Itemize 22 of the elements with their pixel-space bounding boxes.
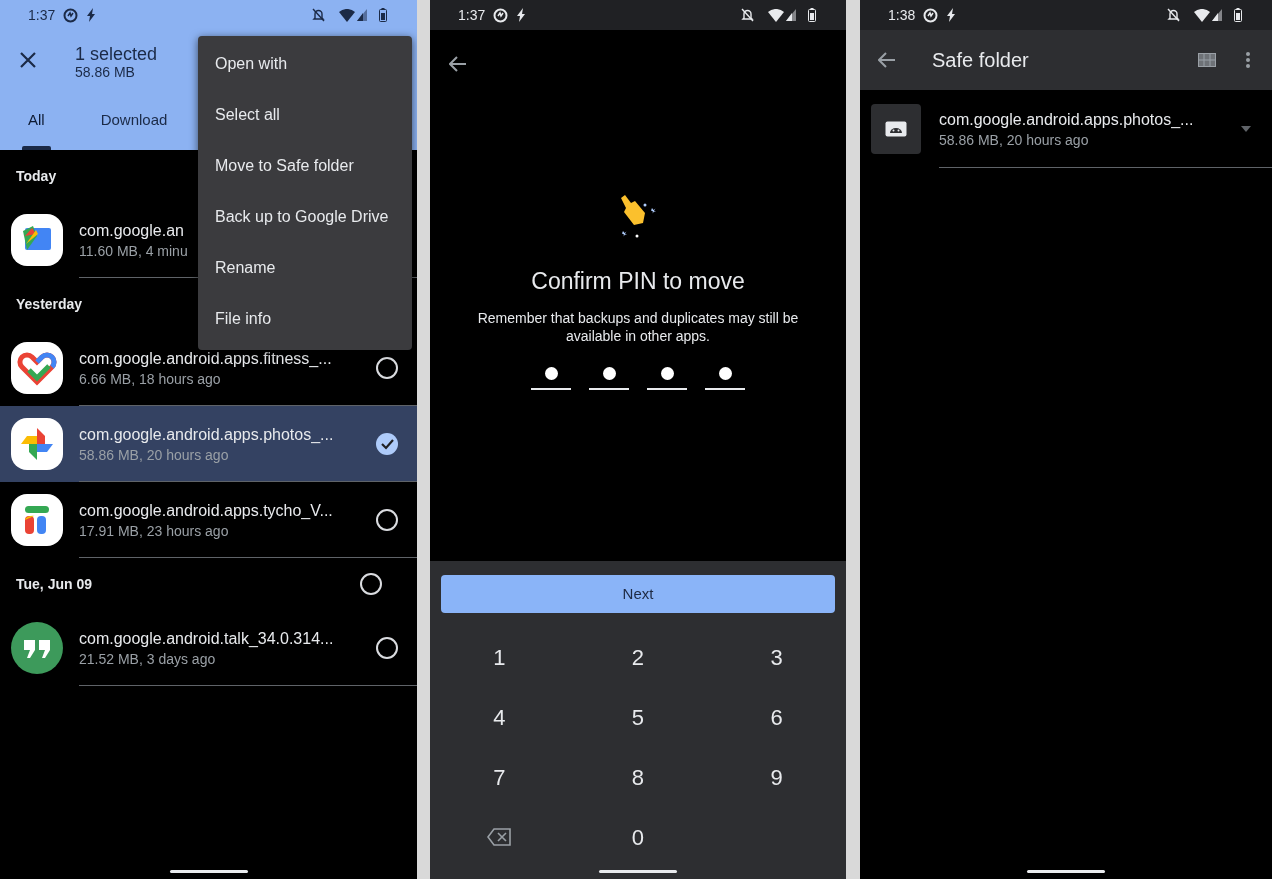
- file-name: com.google.android.talk_34.0.314...: [79, 628, 335, 649]
- file-details: 58.86 MB, 20 hours ago: [79, 445, 230, 465]
- file-name: com.google.android.apps.photos_...: [939, 109, 1195, 130]
- file-details: 58.86 MB, 20 hours ago: [939, 130, 1090, 150]
- file-details: 6.66 MB, 18 hours ago: [79, 369, 222, 389]
- section-header: Tue, Jun 09: [16, 574, 92, 594]
- file-name: com.google.android.apps.photos_...: [79, 424, 335, 445]
- section-header: Yesterday: [16, 294, 83, 314]
- file-details: 17.91 MB, 23 hours ago: [79, 521, 230, 541]
- file-details: 11.60 MB, 4 minu: [79, 241, 189, 261]
- file-name: com.google.android.apps.tycho_V...: [79, 500, 334, 521]
- pin-title: Confirm PIN to move: [531, 267, 745, 296]
- pin-message: Remember that backups and duplicates may still be available in other apps.: [476, 308, 800, 345]
- section-header: Today: [16, 166, 57, 186]
- status-time: 1:38: [888, 5, 916, 25]
- selection-count: 1 selected: [75, 44, 158, 64]
- file-name: com.google.android.apps.fitness_...: [79, 348, 333, 369]
- file-details: 21.52 MB, 3 days ago: [79, 649, 217, 669]
- status-time: 1:37: [28, 5, 56, 25]
- status-time: 1:37: [458, 5, 486, 25]
- selection-size: 58.86 MB: [75, 64, 136, 80]
- screen-title: Safe folder: [932, 48, 1030, 73]
